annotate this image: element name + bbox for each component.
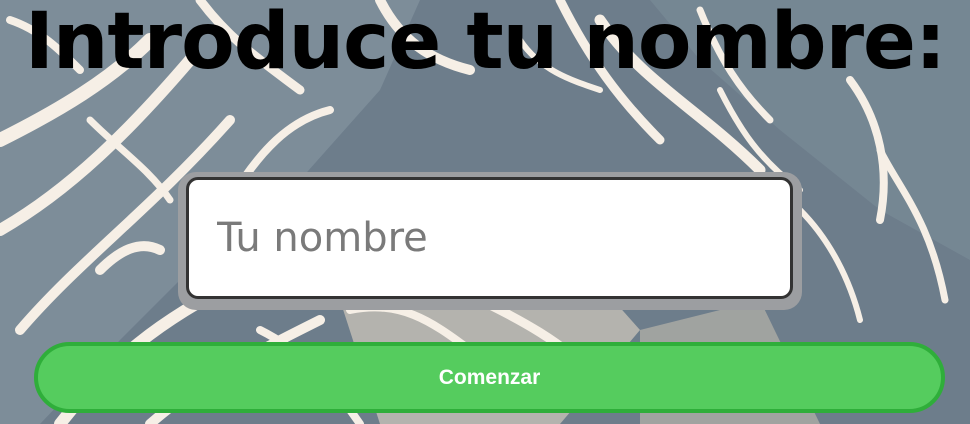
page-title: Introduce tu nombre: — [24, 0, 946, 87]
start-button[interactable]: Comenzar — [34, 342, 945, 413]
name-input-frame — [178, 172, 802, 310]
name-input[interactable] — [186, 177, 793, 299]
